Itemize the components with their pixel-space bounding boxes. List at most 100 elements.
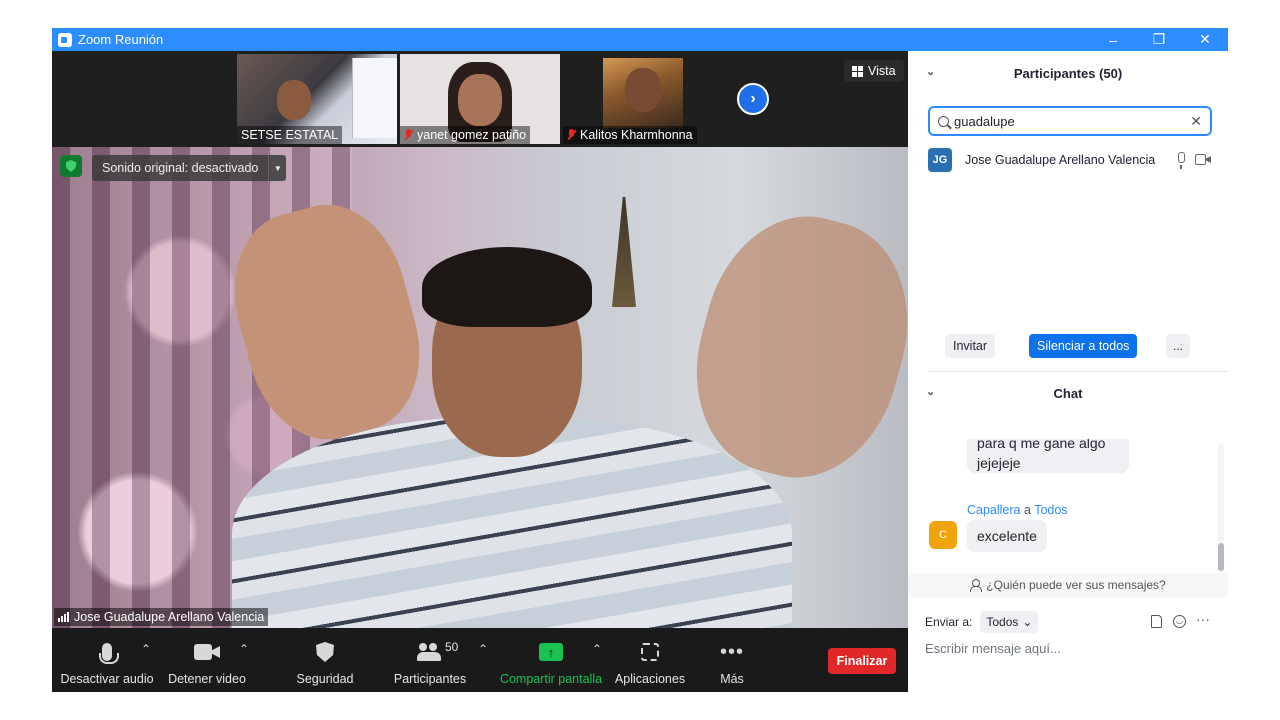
title-bar: Zoom Reunión – ❐ ✕ <box>52 28 1228 51</box>
participant-thumbnail[interactable]: Kalitos Kharmhonna <box>563 54 723 144</box>
collapse-chevron-icon[interactable]: ⌄ <box>926 385 935 398</box>
thumbnail-name-text: yanet gomez patiño <box>417 128 527 142</box>
scrollbar-thumb[interactable] <box>1218 543 1224 571</box>
share-screen-button[interactable]: ↑ Compartir pantalla <box>499 628 603 692</box>
chat-message: para q me gane algo jejejeje <box>967 439 1129 473</box>
search-input[interactable] <box>954 113 1184 129</box>
thumbnail-name-text: Kalitos Kharmhonna <box>580 128 693 142</box>
person-icon <box>970 579 983 592</box>
message-input[interactable] <box>925 636 1215 660</box>
chat-messages: para q me gane algo jejejeje Capallera a… <box>908 439 1228 571</box>
more-label: Más <box>720 672 744 686</box>
microphone-icon <box>99 643 119 664</box>
who-sees-label: ¿Quién puede ver sus mensajes? <box>986 578 1166 592</box>
apps-icon <box>641 643 659 661</box>
profile-picture-face <box>625 68 661 112</box>
more-icon-wrap: ••• <box>720 638 744 666</box>
recipient-name[interactable]: Todos <box>1034 503 1067 517</box>
gallery-strip: SETSE ESTATAL yanet gomez patiño Kalitos… <box>52 51 908 147</box>
security-label: Seguridad <box>296 672 354 686</box>
zoom-window: Zoom Reunión – ❐ ✕ SETSE ESTATAL yanet g… <box>52 28 1228 692</box>
mute-audio-label: Desactivar audio <box>60 672 154 686</box>
encryption-shield-icon[interactable] <box>60 155 82 177</box>
avatar: JG <box>928 148 952 172</box>
mute-audio-button[interactable]: Desactivar audio <box>60 628 154 692</box>
file-icon[interactable] <box>1151 615 1162 628</box>
participant-search[interactable]: ✕ <box>928 106 1212 136</box>
window-title: Zoom Reunión <box>78 32 164 47</box>
minimize-button[interactable]: – <box>1090 28 1136 51</box>
mic-icon-wrap <box>99 638 119 666</box>
audio-options-caret-icon[interactable]: ⌃ <box>141 642 151 656</box>
thumbnail-name: yanet gomez patiño <box>400 126 531 144</box>
original-sound-label: Sonido original: desactivado <box>102 161 259 175</box>
security-button[interactable]: Seguridad <box>290 628 360 692</box>
view-button-label: Vista <box>868 64 896 78</box>
camera-icon-wrap <box>194 638 220 666</box>
participants-actions: Invitar Silenciar a todos ... <box>908 334 1228 360</box>
shield-glyph <box>65 160 77 172</box>
emoji-icon[interactable]: ◡ <box>1173 615 1186 628</box>
video-camera-icon[interactable] <box>1195 154 1211 165</box>
video-frame-face <box>458 74 502 126</box>
participant-thumbnail[interactable]: yanet gomez patiño <box>400 54 560 144</box>
view-button[interactable]: Vista <box>844 60 904 82</box>
participant-thumbnail[interactable]: SETSE ESTATAL <box>237 54 397 144</box>
original-sound-dropdown[interactable]: Sonido original: desactivado ▼ <box>92 155 287 181</box>
mute-all-button[interactable]: Silenciar a todos <box>1029 334 1138 358</box>
message-sender-line: Capallera a Todos <box>967 503 1068 517</box>
end-meeting-button[interactable]: Finalizar <box>828 648 896 674</box>
participants-title: Participantes (50) <box>1013 65 1123 81</box>
speaker-name: Jose Guadalupe Arellano Valencia <box>74 610 265 624</box>
next-page-arrow-icon[interactable]: › <box>737 83 769 115</box>
avatar: C <box>929 521 957 549</box>
participant-list-item[interactable]: JG Jose Guadalupe Arellano Valencia <box>928 147 1220 173</box>
microphone-icon[interactable] <box>1178 152 1185 169</box>
speaker-hair <box>422 247 592 327</box>
collapse-chevron-icon[interactable]: ⌄ <box>926 65 935 78</box>
chevron-down-icon: ⌄ <box>1022 615 1033 629</box>
send-to-select[interactable]: Todos ⌄ <box>980 611 1039 633</box>
chat-message: excelente <box>967 520 1047 552</box>
more-button[interactable]: ••• Más <box>707 628 757 692</box>
close-button[interactable]: ✕ <box>1182 28 1228 51</box>
grid-view-icon <box>852 65 863 77</box>
share-options-caret-icon[interactable]: ⌃ <box>592 642 602 656</box>
mic-muted-icon <box>404 129 413 141</box>
participant-name: Jose Guadalupe Arellano Valencia <box>965 153 1156 167</box>
thumbnail-name-text: SETSE ESTATAL <box>241 128 339 142</box>
stop-video-button[interactable]: Detener video <box>167 628 247 692</box>
apps-icon-wrap <box>641 638 659 666</box>
apps-button[interactable]: Aplicaciones <box>614 628 686 692</box>
chat-more-icon[interactable]: ··· <box>1196 611 1210 627</box>
mic-muted-icon <box>567 129 576 141</box>
shield-icon <box>316 642 334 662</box>
participants-button[interactable]: 50 Participantes <box>390 628 470 692</box>
chat-header: ⌄ Chat <box>908 371 1228 415</box>
invite-button[interactable]: Invitar <box>945 334 996 358</box>
sender-name[interactable]: Capallera <box>967 503 1021 517</box>
share-icon-wrap: ↑ <box>539 638 563 666</box>
participants-more-button[interactable]: ... <box>1166 334 1190 358</box>
restore-button[interactable]: ❐ <box>1136 28 1182 51</box>
shield-icon-wrap <box>316 638 334 666</box>
video-options-caret-icon[interactable]: ⌃ <box>239 642 249 656</box>
clear-icon[interactable]: ✕ <box>1190 113 1202 130</box>
chat-scrollbar[interactable] <box>1218 443 1224 573</box>
video-camera-icon <box>194 644 220 660</box>
chat-title: Chat <box>1053 385 1083 401</box>
participants-header: ⌄ Participantes (50) <box>908 51 1228 95</box>
share-screen-label: Compartir pantalla <box>499 672 603 686</box>
chevron-down-icon[interactable]: ▼ <box>268 155 286 181</box>
background-eiffel-figure <box>612 197 636 307</box>
video-frame <box>277 80 311 120</box>
signal-bar <box>64 614 66 622</box>
participants-options-caret-icon[interactable]: ⌃ <box>478 642 488 656</box>
sender-connector: a <box>1024 503 1031 517</box>
send-to-label: Enviar a: <box>925 615 973 629</box>
signal-bar <box>67 612 69 622</box>
who-can-see-messages[interactable]: ¿Quién puede ver sus mensajes? <box>908 573 1228 597</box>
signal-strength-icon <box>58 612 69 622</box>
send-to-row: Enviar a: Todos ⌄ ◡ ··· <box>925 611 1225 633</box>
thumbnail-name: SETSE ESTATAL <box>237 126 343 144</box>
